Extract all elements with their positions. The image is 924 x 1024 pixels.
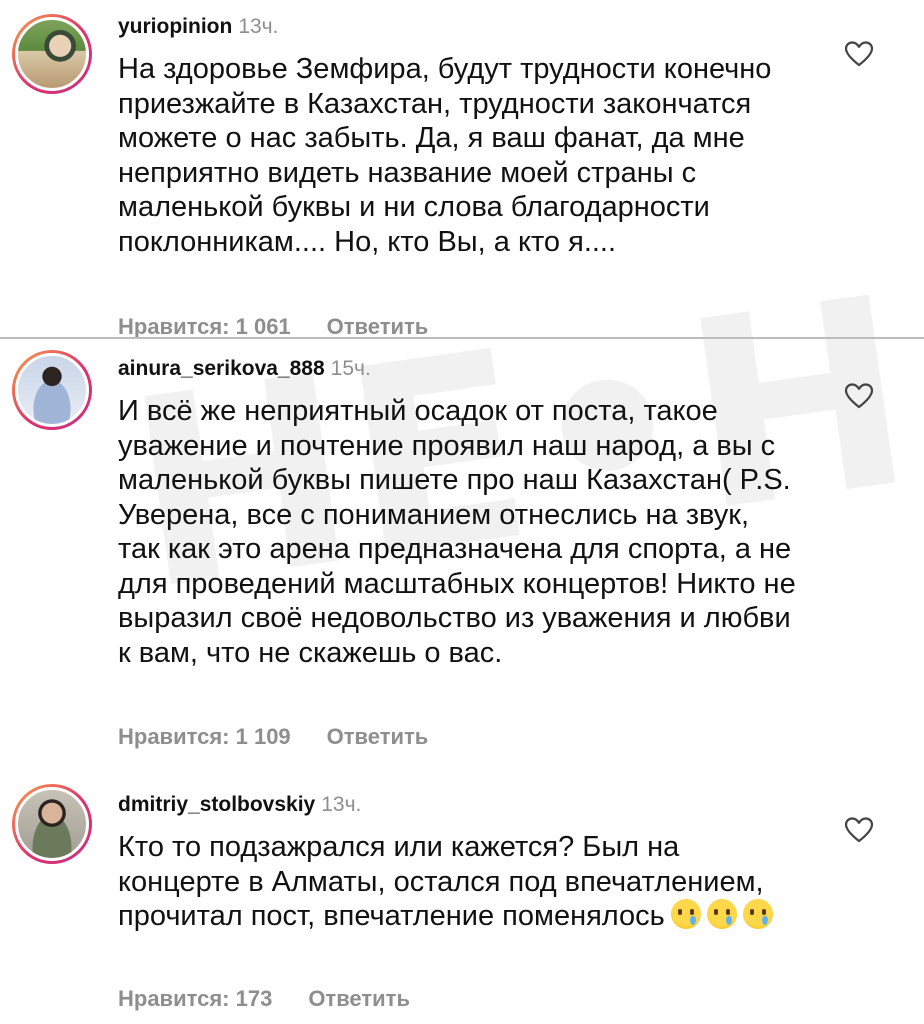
comment-text: И всё же неприятный осадок от поста, так… <box>118 395 796 669</box>
heart-icon[interactable] <box>844 816 874 844</box>
username[interactable]: yuriopinion <box>118 15 232 38</box>
timestamp: 13ч. <box>238 15 279 38</box>
crying-face-icon <box>742 899 773 929</box>
timestamp: 13ч. <box>321 793 362 816</box>
comment-header: yuriopinion 13ч. <box>118 14 278 40</box>
heart-icon[interactable] <box>844 382 874 410</box>
comment-actions: Нравится: 173 Ответить <box>118 986 410 1012</box>
heart-icon[interactable] <box>844 40 874 68</box>
comment-text: Кто то подзажрался или кажется? Был на к… <box>118 830 798 934</box>
avatar[interactable] <box>12 350 92 430</box>
likes-count[interactable]: Нравится: 1 109 <box>118 724 291 749</box>
crying-face-icon <box>706 899 737 929</box>
timestamp: 15ч. <box>330 357 371 380</box>
comment-header: dmitriy_stolbovskiy 13ч. <box>118 792 361 818</box>
reply-button[interactable]: Ответить <box>327 724 429 749</box>
comment-text-body: Кто то подзажрался или кажется? Был на к… <box>118 831 764 932</box>
avatar[interactable] <box>12 784 92 864</box>
reply-button[interactable]: Ответить <box>308 986 410 1011</box>
username[interactable]: dmitriy_stolbovskiy <box>118 793 315 816</box>
avatar[interactable] <box>12 14 92 94</box>
comment-text: На здоровье Земфира, будут трудности кон… <box>118 53 772 258</box>
likes-count[interactable]: Нравится: 173 <box>118 986 272 1011</box>
likes-count[interactable]: Нравится: 1 061 <box>118 314 291 339</box>
username[interactable]: ainura_serikova_888 <box>118 357 325 380</box>
comment-header: ainura_serikova_888 15ч. <box>118 356 371 382</box>
comment-actions: Нравится: 1 109 Ответить <box>118 724 428 750</box>
reply-button[interactable]: Ответить <box>327 314 429 339</box>
divider <box>0 337 924 339</box>
crying-face-icon <box>670 899 701 929</box>
